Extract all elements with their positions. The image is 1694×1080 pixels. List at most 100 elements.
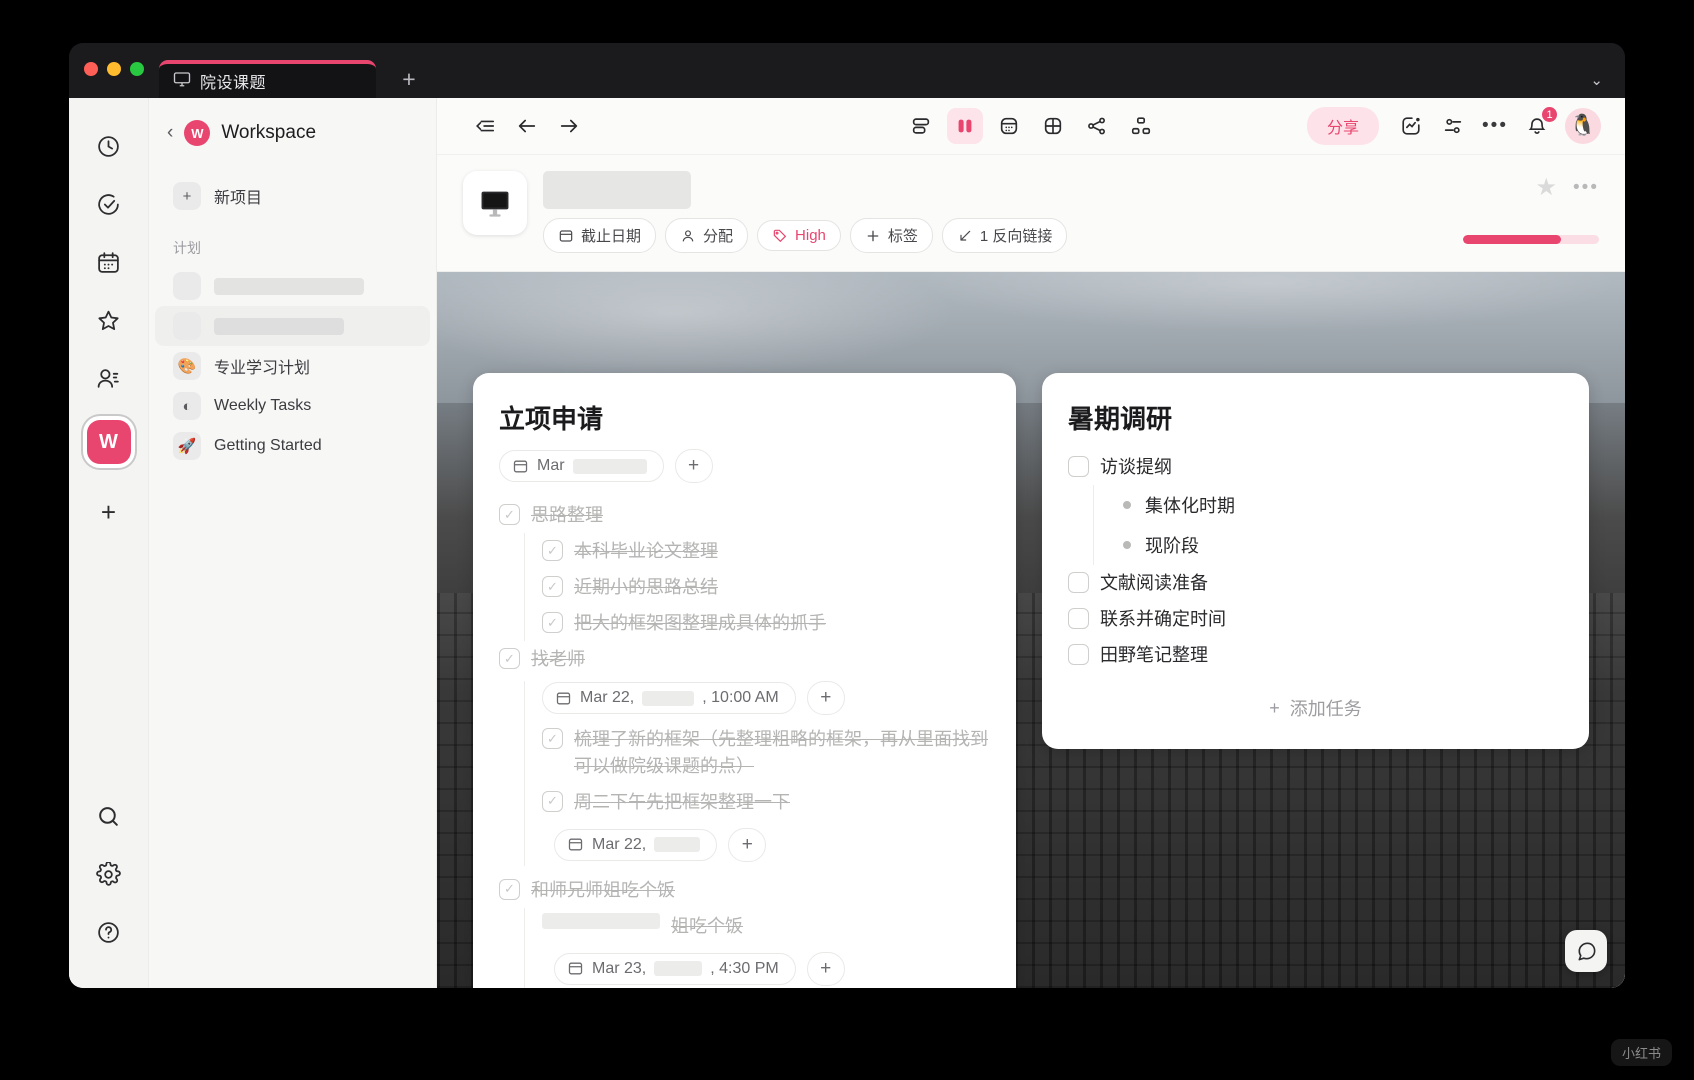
share-button[interactable]: 分享 bbox=[1307, 107, 1379, 145]
task-label: 访谈提纲 bbox=[1100, 454, 1172, 480]
task-label: 田野笔记整理 bbox=[1100, 642, 1208, 668]
calendar-view-icon[interactable] bbox=[991, 108, 1027, 144]
new-project-button[interactable]: + 新项目 bbox=[155, 176, 430, 216]
chip-assign[interactable]: 分配 bbox=[665, 218, 748, 253]
list-view-icon[interactable] bbox=[903, 108, 939, 144]
workspace-avatar-active[interactable]: W bbox=[87, 420, 131, 464]
add-task-button[interactable]: + 添加任务 bbox=[1068, 673, 1563, 733]
task-row[interactable]: 访谈提纲 bbox=[1068, 449, 1563, 485]
calendar-icon[interactable] bbox=[87, 240, 131, 284]
chip-priority-high[interactable]: High bbox=[757, 220, 841, 251]
subtask-date-chip[interactable]: Mar 22, bbox=[554, 829, 717, 861]
check-circle-icon[interactable] bbox=[87, 182, 131, 226]
filter-icon[interactable] bbox=[1435, 108, 1471, 144]
board-view-icon[interactable] bbox=[947, 108, 983, 144]
minimize-button[interactable] bbox=[107, 62, 121, 76]
main-area: 分享 ••• bbox=[437, 98, 1625, 988]
star-icon[interactable] bbox=[87, 298, 131, 342]
subtask-date-chip[interactable]: Mar 23, , 4:30 PM bbox=[554, 953, 796, 985]
checkbox-checked[interactable]: ✓ bbox=[542, 576, 563, 597]
folder-icon bbox=[173, 272, 201, 300]
collapse-sidebar-icon[interactable] bbox=[467, 108, 503, 144]
chip-due-date[interactable]: 截止日期 bbox=[543, 218, 656, 253]
share-graph-icon[interactable] bbox=[1079, 108, 1115, 144]
chip-tags[interactable]: 标签 bbox=[850, 218, 933, 253]
task-row[interactable]: ✓ 本科毕业论文整理 bbox=[542, 533, 990, 569]
back-arrow-icon[interactable] bbox=[509, 108, 545, 144]
subtask-date-chip[interactable]: Mar 22, , 10:00 AM bbox=[542, 682, 796, 714]
checkbox-unchecked[interactable] bbox=[1068, 456, 1089, 477]
checkbox-unchecked[interactable] bbox=[1068, 608, 1089, 629]
chip-label: 截止日期 bbox=[581, 225, 641, 246]
checkbox-checked[interactable]: ✓ bbox=[499, 648, 520, 669]
task-row[interactable]: ✓ 把大的框架图整理成具体的抓手 bbox=[542, 605, 990, 641]
task-label: 周二下午先把框架整理一下 bbox=[574, 789, 790, 815]
sidebar-item-weekly-tasks[interactable]: ◐ Weekly Tasks bbox=[155, 386, 430, 426]
card-date-chip[interactable]: Mar bbox=[499, 450, 664, 482]
mindmap-icon[interactable] bbox=[1123, 108, 1159, 144]
activity-chart-icon[interactable] bbox=[1393, 108, 1429, 144]
sidebar-item-redacted-2[interactable] bbox=[155, 306, 430, 346]
checkbox-unchecked[interactable] bbox=[1068, 644, 1089, 665]
task-label: 本科毕业论文整理 bbox=[574, 538, 718, 564]
task-row[interactable]: 联系并确定时间 bbox=[1068, 601, 1563, 637]
avatar[interactable]: 🐧 bbox=[1565, 108, 1601, 144]
project-sidebar: ‹ W Workspace + 新项目 计划 🎨 专业学习计划 bbox=[149, 98, 437, 988]
circle-half-icon: ◐ bbox=[173, 392, 201, 420]
people-icon[interactable] bbox=[87, 356, 131, 400]
subtask-add-date-button[interactable]: + bbox=[728, 828, 766, 862]
back-chevron-icon[interactable]: ‹ bbox=[167, 122, 173, 144]
browser-tab[interactable]: 院设课题 bbox=[159, 60, 376, 98]
task-row[interactable]: ✓ 梳理了新的框架（先整理粗略的框架，再从里面找到可以做院级课题的点） bbox=[542, 721, 990, 783]
checkbox-checked[interactable]: ✓ bbox=[499, 879, 520, 900]
task-more-button[interactable]: ••• bbox=[1573, 177, 1599, 199]
checkbox-checked[interactable]: ✓ bbox=[542, 791, 563, 812]
chip-backlinks[interactable]: 1 反向链接 bbox=[942, 218, 1068, 253]
maximize-button[interactable] bbox=[130, 62, 144, 76]
task-label: 思路整理 bbox=[531, 502, 603, 528]
task-row[interactable]: ✓ 思路整理 bbox=[499, 497, 990, 533]
gear-icon[interactable] bbox=[87, 852, 131, 896]
star-icon[interactable]: ★ bbox=[1536, 173, 1558, 202]
chip-label: 1 反向链接 bbox=[980, 225, 1053, 246]
window-controls[interactable] bbox=[84, 62, 144, 76]
sidebar-item-getting-started[interactable]: 🚀 Getting Started bbox=[155, 426, 430, 466]
subtask-add-date-button[interactable]: + bbox=[807, 681, 845, 715]
clock-icon[interactable] bbox=[87, 124, 131, 168]
sidebar-item-redacted-1[interactable] bbox=[155, 266, 430, 306]
checkbox-unchecked[interactable] bbox=[1068, 572, 1089, 593]
card-add-date-button[interactable]: + bbox=[675, 449, 713, 483]
chip-label: 分配 bbox=[703, 225, 733, 246]
sidebar-item-label: Weekly Tasks bbox=[214, 397, 311, 415]
task-label-redacted bbox=[542, 913, 660, 929]
task-row[interactable]: 姐吃个饭 bbox=[542, 908, 990, 944]
checkbox-checked[interactable]: ✓ bbox=[542, 540, 563, 561]
subtask-add-date-button[interactable]: + bbox=[807, 952, 845, 986]
checkbox-checked[interactable]: ✓ bbox=[499, 504, 520, 525]
task-row[interactable]: 文献阅读准备 bbox=[1068, 565, 1563, 601]
checkbox-checked[interactable]: ✓ bbox=[542, 612, 563, 633]
help-icon[interactable] bbox=[87, 910, 131, 954]
more-options-button[interactable]: ••• bbox=[1477, 108, 1513, 144]
chat-bubble-icon[interactable] bbox=[1565, 930, 1607, 972]
task-row[interactable]: ✓ 周二下午先把框架整理一下 bbox=[542, 784, 990, 820]
notifications-button[interactable]: 1 bbox=[1519, 108, 1555, 144]
sidebar-item-professional-study-plan[interactable]: 🎨 专业学习计划 bbox=[155, 346, 430, 386]
add-workspace-button[interactable]: + bbox=[87, 490, 131, 534]
new-tab-button[interactable]: + bbox=[392, 62, 426, 96]
tab-title: 院设课题 bbox=[200, 69, 266, 93]
search-icon[interactable] bbox=[87, 794, 131, 838]
task-row[interactable]: ✓ 近期小的思路总结 bbox=[542, 569, 990, 605]
chevron-down-icon[interactable]: ⌄ bbox=[1590, 71, 1603, 89]
task-row[interactable]: ✓ 和师兄师姐吃个饭 bbox=[499, 872, 990, 908]
task-row[interactable]: ✓ 找老师 bbox=[499, 641, 990, 677]
task-row[interactable]: 田野笔记整理 bbox=[1068, 637, 1563, 673]
board-columns: 立项申请 Mar + ✓ 思路整理 bbox=[437, 253, 1625, 988]
close-button[interactable] bbox=[84, 62, 98, 76]
checkbox-checked[interactable]: ✓ bbox=[542, 728, 563, 749]
workspace-header[interactable]: ‹ W Workspace bbox=[149, 120, 436, 146]
forward-arrow-icon[interactable] bbox=[551, 108, 587, 144]
bullet-item[interactable]: 现阶段 bbox=[1111, 525, 1563, 565]
table-view-icon[interactable] bbox=[1035, 108, 1071, 144]
bullet-item[interactable]: 集体化时期 bbox=[1111, 485, 1563, 525]
